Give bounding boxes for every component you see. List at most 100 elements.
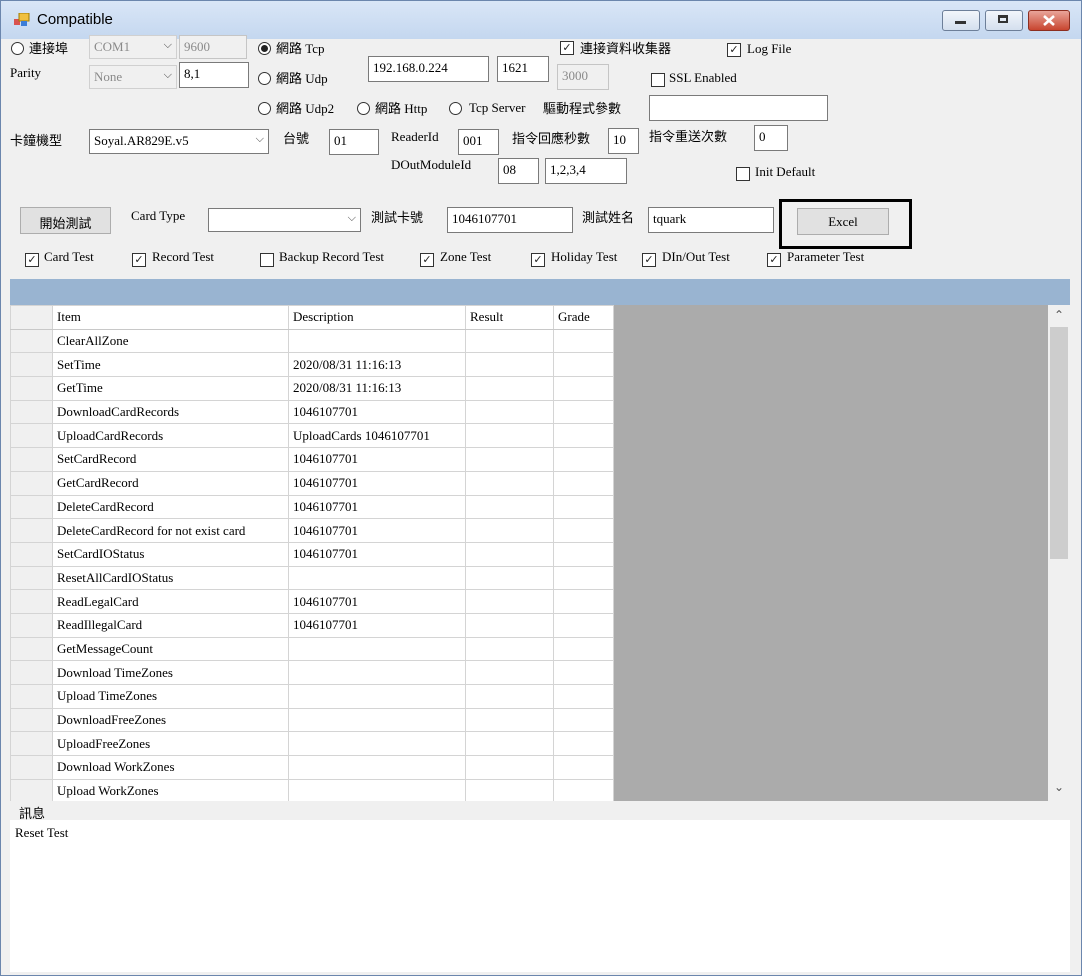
- message-box[interactable]: Reset Test: [10, 820, 1070, 972]
- grade-cell[interactable]: [553, 755, 614, 780]
- grid-vertical-scrollbar[interactable]: ⌃ ⌄: [1048, 305, 1070, 801]
- row-header[interactable]: [10, 778, 53, 801]
- result-cell[interactable]: [465, 589, 554, 614]
- row-header[interactable]: [10, 470, 53, 496]
- row-header[interactable]: [10, 328, 53, 354]
- item-cell[interactable]: ResetAllCardIOStatus: [52, 565, 289, 591]
- dout-module-input[interactable]: 08: [498, 158, 539, 184]
- parity-select[interactable]: None ⌵: [89, 65, 177, 89]
- item-cell[interactable]: SetTime: [52, 352, 289, 378]
- grade-cell[interactable]: [553, 352, 614, 378]
- item-cell[interactable]: DownloadCardRecords: [52, 399, 289, 425]
- grade-cell[interactable]: [553, 541, 614, 567]
- grade-cell[interactable]: [553, 684, 614, 709]
- result-cell[interactable]: [465, 423, 554, 449]
- maximize-button[interactable]: [985, 10, 1023, 31]
- response-sec-input[interactable]: 10: [608, 128, 639, 154]
- table-row[interactable]: GetMessageCount: [10, 636, 614, 662]
- result-cell[interactable]: [465, 684, 554, 709]
- item-cell[interactable]: ClearAllZone: [52, 328, 289, 354]
- result-cell[interactable]: [465, 660, 554, 685]
- row-header[interactable]: [10, 399, 53, 425]
- port-input[interactable]: 1621: [497, 56, 549, 82]
- table-row[interactable]: Download WorkZones: [10, 755, 614, 780]
- table-row[interactable]: SetCardIOStatus 1046107701: [10, 541, 614, 567]
- udp-radio[interactable]: [258, 72, 271, 85]
- row-header[interactable]: [10, 589, 53, 614]
- row-header[interactable]: [10, 352, 53, 378]
- description-cell[interactable]: 1046107701: [288, 494, 466, 520]
- data-bits-input[interactable]: 8,1: [179, 62, 249, 88]
- result-cell[interactable]: [465, 494, 554, 520]
- grade-cell[interactable]: [553, 447, 614, 472]
- scroll-up-icon[interactable]: ⌃: [1048, 308, 1070, 322]
- result-cell[interactable]: [465, 778, 554, 801]
- item-cell[interactable]: Download TimeZones: [52, 660, 289, 685]
- description-cell[interactable]: 2020/08/31 11:16:13: [288, 376, 466, 401]
- description-cell[interactable]: 1046107701: [288, 518, 466, 543]
- description-cell[interactable]: 1046107701: [288, 612, 466, 638]
- results-grid[interactable]: Item Description Result Grade ClearAllZo…: [10, 305, 1070, 801]
- row-header[interactable]: [10, 684, 53, 709]
- grade-cell[interactable]: [553, 589, 614, 614]
- item-cell[interactable]: GetCardRecord: [52, 470, 289, 496]
- grade-cell[interactable]: [553, 731, 614, 757]
- row-header[interactable]: [10, 423, 53, 449]
- item-cell[interactable]: DeleteCardRecord: [52, 494, 289, 520]
- result-cell[interactable]: [465, 612, 554, 638]
- description-cell[interactable]: 1046107701: [288, 447, 466, 472]
- grade-cell[interactable]: [553, 518, 614, 543]
- column-header-grade[interactable]: Grade: [553, 305, 614, 330]
- row-header[interactable]: [10, 565, 53, 591]
- reader-id-input[interactable]: 001: [458, 129, 499, 155]
- grade-cell[interactable]: [553, 612, 614, 638]
- description-cell[interactable]: UploadCards 1046107701: [288, 423, 466, 449]
- item-cell[interactable]: SetCardRecord: [52, 447, 289, 472]
- grade-cell[interactable]: [553, 707, 614, 733]
- table-row[interactable]: ReadLegalCard 1046107701: [10, 589, 614, 614]
- description-cell[interactable]: 1046107701: [288, 470, 466, 496]
- baud-input[interactable]: 9600: [179, 35, 247, 59]
- table-row[interactable]: DeleteCardRecord for not exist card 10461…: [10, 518, 614, 543]
- table-row[interactable]: DeleteCardRecord 1046107701: [10, 494, 614, 520]
- ip-address-input[interactable]: 192.168.0.224: [368, 56, 489, 82]
- result-cell[interactable]: [465, 731, 554, 757]
- item-cell[interactable]: GetMessageCount: [52, 636, 289, 662]
- http-radio[interactable]: [357, 102, 370, 115]
- table-row[interactable]: UploadCardRecords UploadCards 1046107701: [10, 423, 614, 449]
- zone-test-checkbox[interactable]: ✓: [420, 253, 434, 267]
- grade-cell[interactable]: [553, 660, 614, 685]
- grade-cell[interactable]: [553, 778, 614, 801]
- result-cell[interactable]: [465, 399, 554, 425]
- table-row[interactable]: Download TimeZones: [10, 660, 614, 685]
- row-header[interactable]: [10, 494, 53, 520]
- item-cell[interactable]: Upload WorkZones: [52, 778, 289, 801]
- start-test-button[interactable]: 開始測試: [20, 207, 111, 234]
- row-header[interactable]: [10, 660, 53, 685]
- item-cell[interactable]: Upload TimeZones: [52, 684, 289, 709]
- description-cell[interactable]: 1046107701: [288, 399, 466, 425]
- table-row[interactable]: SetCardRecord 1046107701: [10, 447, 614, 472]
- grade-cell[interactable]: [553, 328, 614, 354]
- item-cell[interactable]: SetCardIOStatus: [52, 541, 289, 567]
- row-header[interactable]: [10, 731, 53, 757]
- backup-record-test-checkbox[interactable]: [260, 253, 274, 267]
- item-cell[interactable]: UploadCardRecords: [52, 423, 289, 449]
- result-cell[interactable]: [465, 447, 554, 472]
- item-cell[interactable]: Download WorkZones: [52, 755, 289, 780]
- description-cell[interactable]: 2020/08/31 11:16:13: [288, 352, 466, 378]
- result-cell[interactable]: [465, 707, 554, 733]
- description-cell[interactable]: [288, 565, 466, 591]
- record-test-checkbox[interactable]: ✓: [132, 253, 146, 267]
- description-cell[interactable]: 1046107701: [288, 541, 466, 567]
- column-header-result[interactable]: Result: [465, 305, 554, 330]
- tcp-radio[interactable]: [258, 42, 271, 55]
- model-select[interactable]: Soyal.AR829E.v5 ⌵: [89, 129, 269, 154]
- table-row[interactable]: DownloadFreeZones: [10, 707, 614, 733]
- logfile-checkbox[interactable]: ✓: [727, 43, 741, 57]
- grade-cell[interactable]: [553, 565, 614, 591]
- table-row[interactable]: Upload TimeZones: [10, 684, 614, 709]
- description-cell[interactable]: [288, 660, 466, 685]
- table-row[interactable]: GetCardRecord 1046107701: [10, 470, 614, 496]
- grade-cell[interactable]: [553, 470, 614, 496]
